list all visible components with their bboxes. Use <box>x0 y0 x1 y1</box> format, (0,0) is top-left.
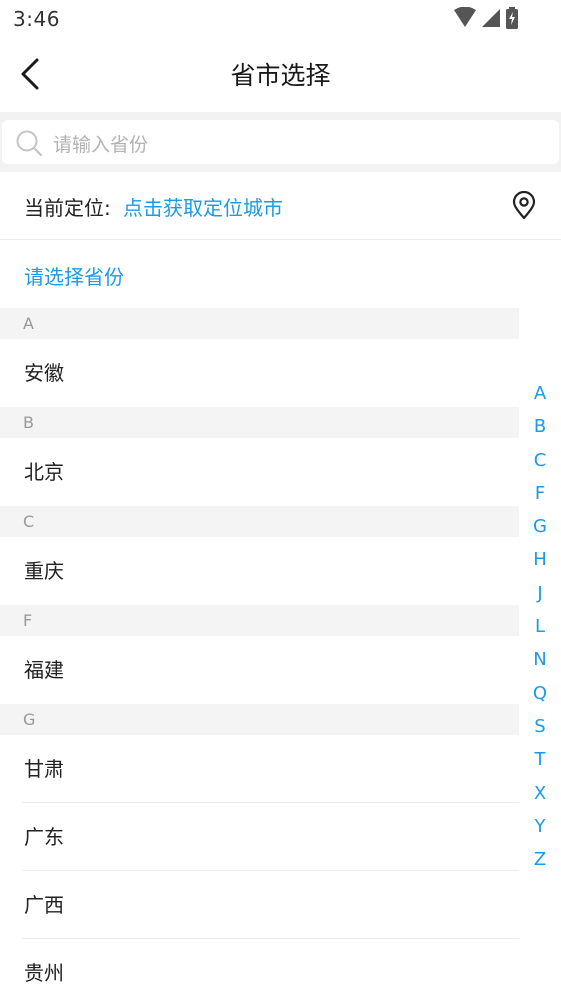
signal-icon <box>482 9 500 27</box>
index-letter-h[interactable]: H <box>528 543 552 576</box>
index-letter-q[interactable]: Q <box>528 677 552 710</box>
province-item-gansu[interactable]: 甘肃 <box>0 735 519 803</box>
province-item-guizhou[interactable]: 贵州 <box>0 939 519 1007</box>
index-letter-b[interactable]: B <box>528 410 552 443</box>
search-input[interactable]: 请输入省份 <box>2 120 559 164</box>
index-letter-f[interactable]: F <box>528 477 552 510</box>
index-letter-l[interactable]: L <box>528 610 552 643</box>
section-header-g: G <box>0 704 519 735</box>
wifi-icon <box>454 7 476 27</box>
province-item-anhui[interactable]: 安徽 <box>0 339 519 407</box>
battery-charging-icon <box>506 7 518 29</box>
section-header-c: C <box>0 506 519 537</box>
province-item-guangdong[interactable]: 广东 <box>0 803 519 871</box>
index-letter-t[interactable]: T <box>528 743 552 776</box>
index-letter-z[interactable]: Z <box>528 843 552 876</box>
search-bar-container: 请输入省份 <box>0 112 561 172</box>
index-letter-g[interactable]: G <box>528 510 552 543</box>
province-item-guangxi[interactable]: 广西 <box>0 871 519 939</box>
index-letter-c[interactable]: C <box>528 444 552 477</box>
status-icons <box>453 7 519 29</box>
section-header-b: B <box>0 407 519 438</box>
index-letter-s[interactable]: S <box>528 710 552 743</box>
app-header: 省市选择 <box>0 40 561 112</box>
section-header-a: A <box>0 308 519 339</box>
province-item-fujian[interactable]: 福建 <box>0 636 519 704</box>
index-letter-a[interactable]: A <box>528 377 552 410</box>
index-letter-n[interactable]: N <box>528 643 552 676</box>
get-location-link[interactable]: 点击获取定位城市 <box>123 192 283 221</box>
province-list: A 安徽 B 北京 C 重庆 F 福建 G 甘肃 广东 广西 贵州 <box>0 308 519 1007</box>
section-header-f: F <box>0 605 519 636</box>
current-location-row: 当前定位: 点击获取定位城市 <box>0 172 561 240</box>
index-letter-x[interactable]: X <box>528 777 552 810</box>
province-item-beijing[interactable]: 北京 <box>0 438 519 506</box>
status-bar: 3:46 <box>0 0 561 40</box>
index-letter-y[interactable]: Y <box>528 810 552 843</box>
status-time: 3:46 <box>13 7 60 31</box>
search-placeholder: 请输入省份 <box>53 134 149 156</box>
index-letter-j[interactable]: J <box>528 577 552 610</box>
search-icon <box>16 130 43 157</box>
select-province-prompt: 请选择省份 <box>24 265 124 289</box>
page-title: 省市选择 <box>230 61 331 90</box>
location-pin-icon[interactable] <box>510 191 538 221</box>
current-location-label: 当前定位: <box>24 196 111 220</box>
province-item-chongqing[interactable]: 重庆 <box>0 537 519 605</box>
alphabet-index-bar: A B C F G H J L N Q S T X Y Z <box>528 377 552 876</box>
